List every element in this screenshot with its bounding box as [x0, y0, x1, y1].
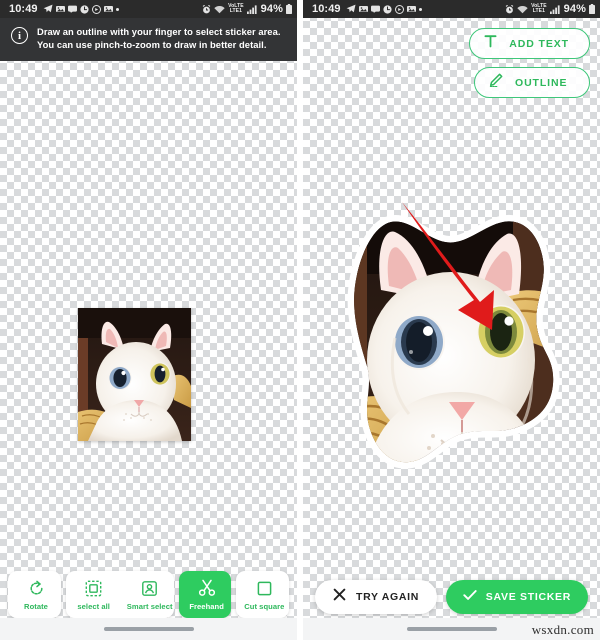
- status-bar-right: 10:49 VoLTE LTE1 94%: [303, 0, 600, 18]
- volte-label-bottom: LTE1: [229, 8, 242, 14]
- right-phone-screen: 10:49 VoLTE LTE1 94% ADD TEXT OUTLINE TR…: [303, 0, 600, 640]
- sticker-preview[interactable]: [333, 208, 573, 488]
- left-phone-screen: 10:49 VoLTE LTE1 94% i Draw an outline w…: [0, 0, 297, 640]
- left-editor-canvas[interactable]: Rotate select all Smart select Freehand …: [0, 61, 297, 640]
- outline-button[interactable]: OUTLINE: [474, 67, 590, 98]
- status-bar-left: 10:49 VoLTE LTE1 94%: [0, 0, 297, 18]
- battery-icon: [589, 4, 595, 14]
- sticker-photo-content: [354, 221, 554, 463]
- record-icon: [394, 4, 404, 14]
- try-again-label: TRY AGAIN: [356, 591, 420, 603]
- toolbar-item-cut-square[interactable]: Cut square: [236, 571, 289, 618]
- image-icon: [55, 5, 65, 13]
- screenshot-root: 10:49 VoLTE LTE1 94% i Draw an outline w…: [0, 0, 600, 640]
- square-icon: [256, 580, 273, 597]
- add-text-label: ADD TEXT: [509, 37, 569, 50]
- battery-percent-label: 94%: [260, 3, 283, 15]
- alarm-icon: [202, 4, 211, 14]
- wifi-icon: [517, 5, 528, 14]
- add-text-button[interactable]: ADD TEXT: [469, 28, 590, 59]
- toolbar-item-freehand[interactable]: Freehand: [179, 571, 232, 618]
- status-bar-notification-icons: [43, 4, 119, 14]
- toolbar-item-smart-select[interactable]: Smart select: [122, 571, 174, 618]
- image-icon: [406, 5, 416, 13]
- toolbar-label-rotate: Rotate: [24, 601, 48, 611]
- outline-label: OUTLINE: [515, 76, 568, 89]
- toolbar-label-cut-square: Cut square: [244, 601, 285, 611]
- cut-out-cat-sticker: [347, 214, 560, 469]
- pencil-icon: [489, 73, 503, 92]
- volte-signal-icon: VoLTE LTE1: [531, 4, 547, 14]
- editor-toolbar: Rotate select all Smart select Freehand …: [0, 571, 297, 618]
- rotate-icon: [28, 580, 45, 597]
- instruction-line-2: You can use pinch-to-zoom to draw in bet…: [37, 38, 267, 50]
- nav-gesture-pill[interactable]: [406, 627, 497, 631]
- scissors-icon: [198, 579, 216, 597]
- message-icon: [67, 5, 77, 13]
- toolbar-item-rotate[interactable]: Rotate: [8, 571, 61, 618]
- image-icon: [103, 5, 113, 13]
- instruction-line-1: Draw an outline with your finger to sele…: [37, 26, 281, 37]
- save-sticker-button[interactable]: SAVE STICKER: [445, 580, 588, 614]
- battery-icon: [286, 4, 292, 14]
- telegram-icon: [346, 4, 356, 14]
- sticker-top-actions: ADD TEXT OUTLINE: [469, 28, 590, 98]
- signal-bars-icon: [246, 4, 257, 14]
- volte-label-bottom: LTE1: [532, 8, 545, 14]
- instruction-banner: i Draw an outline with your finger to se…: [0, 18, 297, 61]
- toolbar-card-rotate: Rotate: [8, 571, 61, 618]
- watermark: wsxdn.com: [531, 622, 594, 637]
- status-bar-system-icons: VoLTE LTE1 94%: [202, 3, 292, 15]
- wifi-icon: [214, 5, 225, 14]
- source-photo[interactable]: [78, 307, 191, 441]
- instruction-banner-text: Draw an outline with your finger to sele…: [37, 26, 281, 52]
- select-all-icon: [85, 580, 102, 597]
- try-again-button[interactable]: TRY AGAIN: [315, 580, 438, 614]
- volte-signal-icon: VoLTE LTE1: [228, 4, 244, 14]
- clock-icon: [383, 4, 392, 14]
- right-editor-canvas[interactable]: ADD TEXT OUTLINE TRY AGAIN SAVE STICKER: [303, 18, 600, 640]
- toolbar-card-freehand: Freehand: [178, 571, 232, 618]
- record-icon: [91, 4, 101, 14]
- toolbar-label-smart-select: Smart select: [126, 601, 173, 611]
- toolbar-label-select-all: select all: [77, 601, 110, 611]
- telegram-icon: [43, 4, 53, 14]
- status-bar-system-icons: VoLTE LTE1 94%: [505, 3, 595, 15]
- save-sticker-label: SAVE STICKER: [485, 591, 571, 603]
- nav-gesture-pill[interactable]: [103, 627, 194, 631]
- system-navigation-bar-left: [0, 618, 297, 640]
- dot-icon: [418, 7, 422, 11]
- battery-percent-label: 94%: [563, 3, 586, 15]
- toolbar-card-selection: select all Smart select: [65, 571, 174, 618]
- smart-select-icon: [141, 580, 158, 597]
- white-cat-photo: [78, 307, 191, 441]
- status-bar-clock: 10:49: [312, 3, 341, 15]
- status-bar-clock: 10:49: [9, 3, 38, 15]
- check-icon: [463, 588, 477, 606]
- sticker-bottom-actions: TRY AGAIN SAVE STICKER: [303, 580, 600, 614]
- message-icon: [370, 5, 380, 13]
- clock-icon: [80, 4, 89, 14]
- close-x-icon: [333, 588, 346, 606]
- alarm-icon: [505, 4, 514, 14]
- signal-bars-icon: [549, 4, 560, 14]
- text-t-icon: [484, 34, 497, 53]
- dot-icon: [115, 7, 119, 11]
- info-icon: i: [11, 27, 28, 44]
- toolbar-item-select-all[interactable]: select all: [66, 571, 122, 618]
- toolbar-card-cut-square: Cut square: [236, 571, 289, 618]
- image-icon: [358, 5, 368, 13]
- toolbar-label-freehand: Freehand: [189, 602, 224, 611]
- status-bar-notification-icons: [346, 4, 422, 14]
